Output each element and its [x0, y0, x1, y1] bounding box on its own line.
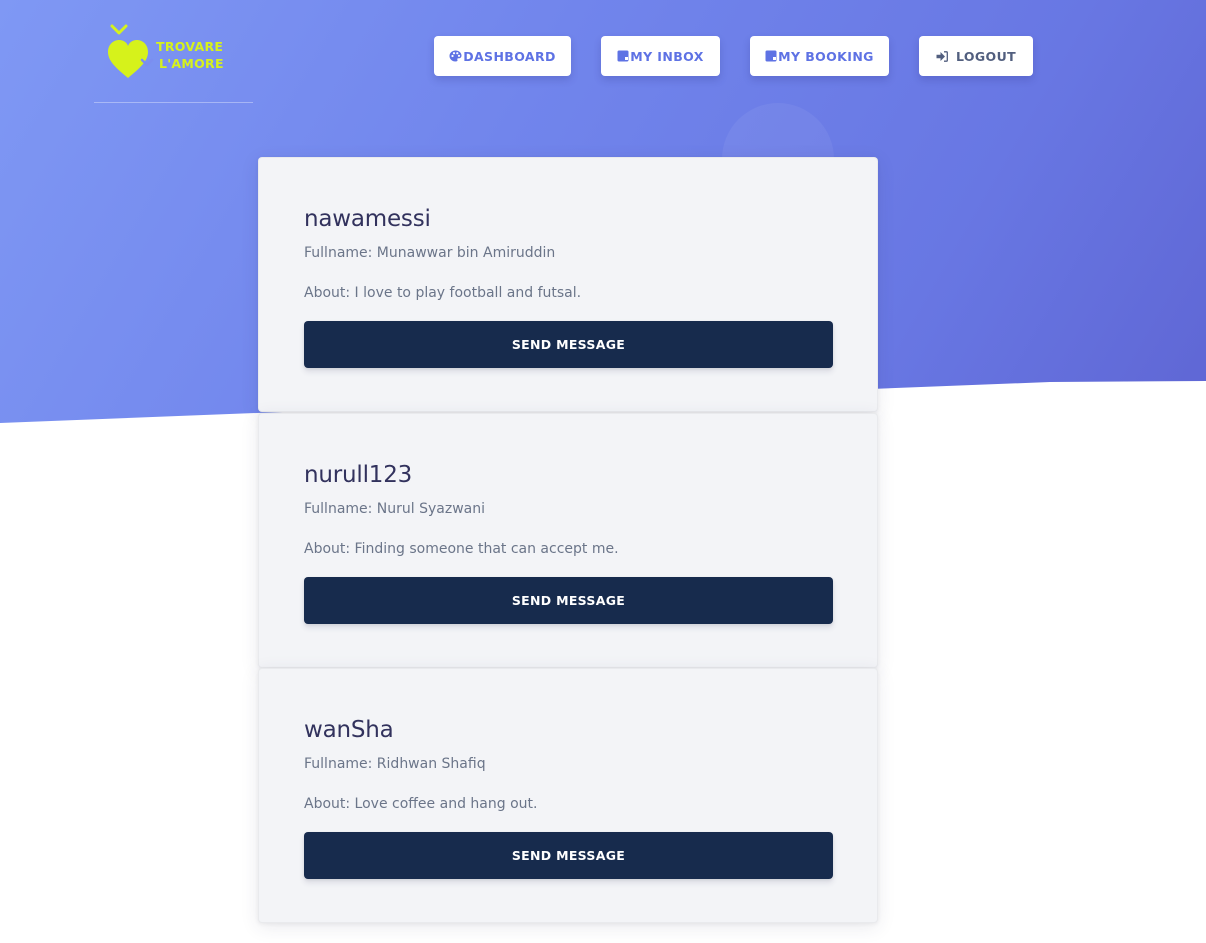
logout-button[interactable]: LOGOUT	[919, 36, 1033, 76]
brand-line-1: TROVARE	[156, 39, 224, 54]
inbox-icon	[617, 50, 629, 62]
brand-logo[interactable]: TROVARE L'AMORE	[106, 24, 236, 84]
inbox-label: MY INBOX	[630, 48, 704, 64]
logo-divider	[94, 102, 253, 103]
profile-card: nawamessi Fullname: Munawwar bin Amirudd…	[258, 157, 878, 412]
profile-username: wanSha	[304, 717, 394, 743]
dashboard-label: DASHBOARD	[463, 48, 556, 64]
profile-fullname: Fullname: Ridhwan Shafiq	[304, 756, 486, 772]
profile-card: wanSha Fullname: Ridhwan Shafiq About: L…	[258, 668, 878, 923]
profile-fullname: Fullname: Nurul Syazwani	[304, 501, 486, 517]
profile-about: About: I love to play football and futsa…	[304, 285, 582, 301]
brand-line-2: L'AMORE	[159, 56, 224, 71]
profile-username: nurull123	[304, 462, 413, 488]
send-message-button[interactable]: SEND MESSAGE	[304, 321, 833, 368]
brand-name: TROVARE L'AMORE	[156, 38, 224, 72]
logout-label: LOGOUT	[955, 48, 1017, 64]
profile-about: About: Finding someone that can accept m…	[304, 541, 619, 557]
booking-label: MY BOOKING	[778, 48, 874, 64]
heart-logo-icon	[108, 24, 154, 78]
palette-icon	[449, 50, 462, 62]
booking-button[interactable]: MY BOOKING	[750, 36, 889, 76]
booking-icon	[765, 50, 777, 62]
send-message-button[interactable]: SEND MESSAGE	[304, 577, 833, 624]
profile-username: nawamessi	[304, 206, 431, 232]
dashboard-button[interactable]: DASHBOARD	[434, 36, 571, 76]
profile-card: nurull123 Fullname: Nurul Syazwani About…	[258, 413, 878, 668]
sign-out-icon	[936, 50, 948, 62]
send-message-button[interactable]: SEND MESSAGE	[304, 832, 833, 879]
profile-about: About: Love coffee and hang out.	[304, 796, 538, 812]
profile-fullname: Fullname: Munawwar bin Amiruddin	[304, 245, 556, 261]
inbox-button[interactable]: MY INBOX	[601, 36, 720, 76]
